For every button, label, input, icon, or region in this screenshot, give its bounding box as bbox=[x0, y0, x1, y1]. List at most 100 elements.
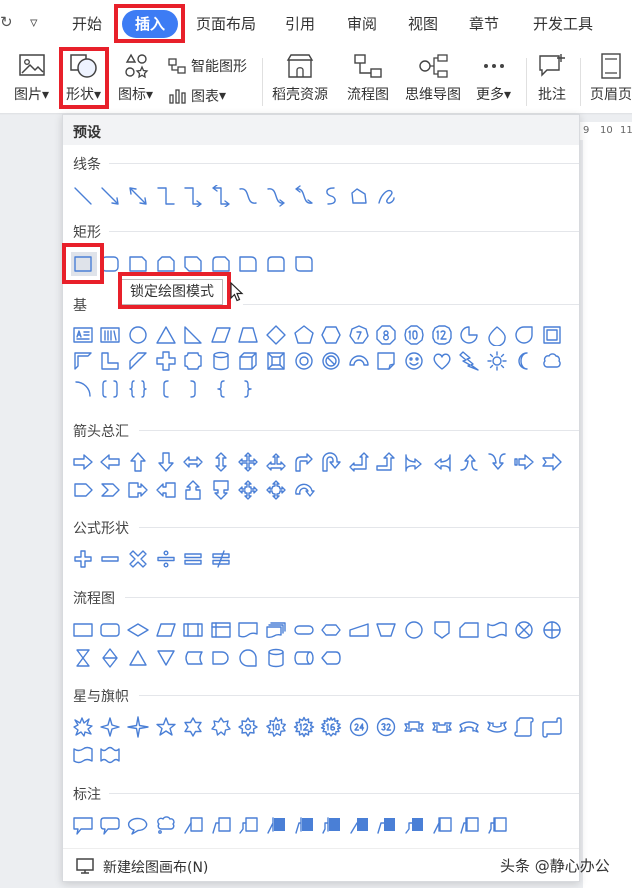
circular-arrow-shape[interactable] bbox=[290, 477, 318, 503]
icon-button[interactable]: 图标▾ bbox=[118, 52, 153, 104]
redo-icon[interactable]: ↻ bbox=[0, 13, 13, 31]
up-arrow-shape[interactable] bbox=[124, 449, 152, 475]
right-arrow-shape[interactable] bbox=[69, 449, 97, 475]
pie-shape[interactable] bbox=[455, 322, 483, 348]
flowchart-punched-tape-shape[interactable] bbox=[483, 617, 511, 643]
right-arrow-callout-shape[interactable] bbox=[124, 477, 152, 503]
half-frame-shape[interactable] bbox=[69, 348, 97, 374]
left-brace-shape[interactable] bbox=[207, 376, 235, 402]
accent-border-callout-3-shape[interactable] bbox=[483, 812, 511, 838]
tab-references[interactable]: 引用 bbox=[285, 10, 315, 38]
flowchart-delay-shape[interactable] bbox=[207, 645, 235, 671]
star-16-point-shape[interactable] bbox=[317, 714, 345, 740]
donut-shape[interactable] bbox=[290, 348, 318, 374]
u-turn-arrow-shape[interactable] bbox=[317, 449, 345, 475]
curved-ribbon-up-shape[interactable] bbox=[455, 714, 483, 740]
mindmap-button[interactable]: 思维导图 bbox=[405, 52, 461, 104]
cross-shape[interactable] bbox=[152, 348, 180, 374]
star-4-point-alt-shape[interactable] bbox=[124, 714, 152, 740]
flowchart-stored-data-shape[interactable] bbox=[179, 645, 207, 671]
ribbon-up-shape[interactable] bbox=[400, 714, 428, 740]
rectangular-callout-shape[interactable] bbox=[69, 812, 97, 838]
chord-shape[interactable] bbox=[511, 322, 539, 348]
diamond-shape[interactable] bbox=[262, 322, 290, 348]
quick-access-dropdown-icon[interactable]: ▿ bbox=[30, 13, 38, 31]
star-10-point-shape[interactable] bbox=[262, 714, 290, 740]
smiley-face-shape[interactable] bbox=[400, 348, 428, 374]
quad-arrow-shape[interactable] bbox=[235, 449, 263, 475]
octagon-shape[interactable] bbox=[373, 322, 401, 348]
round-same-side-rect-shape[interactable] bbox=[262, 251, 290, 277]
accent-border-callout-2-shape[interactable] bbox=[455, 812, 483, 838]
no-symbol-shape[interactable] bbox=[317, 348, 345, 374]
line-callout-1-shape[interactable] bbox=[179, 812, 207, 838]
notched-right-arrow-shape[interactable] bbox=[538, 449, 566, 475]
curved-down-arrow-shape[interactable] bbox=[483, 449, 511, 475]
snip-same-side-rect-shape[interactable] bbox=[152, 251, 180, 277]
star-32-point-shape[interactable] bbox=[373, 714, 401, 740]
left-right-arrow-shape[interactable] bbox=[179, 449, 207, 475]
flowchart-sort-shape[interactable] bbox=[97, 645, 125, 671]
up-arrow-callout-shape[interactable] bbox=[179, 477, 207, 503]
decagon-shape[interactable] bbox=[400, 322, 428, 348]
flowchart-sequential-storage-shape[interactable] bbox=[235, 645, 263, 671]
folded-corner-shape[interactable] bbox=[373, 348, 401, 374]
right-triangle-shape[interactable] bbox=[179, 322, 207, 348]
striped-right-arrow-shape[interactable] bbox=[511, 449, 539, 475]
pentagon-shape[interactable] bbox=[290, 322, 318, 348]
flowchart-direct-access-storage-shape[interactable] bbox=[290, 645, 318, 671]
snip-single-corner-rect-shape[interactable] bbox=[124, 251, 152, 277]
line-callout-2-shape[interactable] bbox=[207, 812, 235, 838]
right-bracket-shape[interactable] bbox=[179, 376, 207, 402]
curved-up-arrow-shape[interactable] bbox=[455, 449, 483, 475]
chart-button[interactable]: 图表 ▾ bbox=[167, 86, 226, 106]
line-shape[interactable] bbox=[69, 183, 97, 209]
scribble-shape[interactable] bbox=[373, 183, 401, 209]
flowchart-magnetic-disk-shape[interactable] bbox=[262, 645, 290, 671]
flowchart-connector-shape[interactable] bbox=[400, 617, 428, 643]
round-single-corner-rect-shape[interactable] bbox=[235, 251, 263, 277]
frame-shape[interactable] bbox=[538, 322, 566, 348]
tab-review[interactable]: 审阅 bbox=[347, 10, 377, 38]
round-diagonal-rect-shape[interactable] bbox=[290, 251, 318, 277]
diagonal-stripe-shape[interactable] bbox=[124, 348, 152, 374]
flowchart-process-shape[interactable] bbox=[69, 617, 97, 643]
elbow-connector-shape[interactable] bbox=[152, 183, 180, 209]
right-brace-shape[interactable] bbox=[235, 376, 263, 402]
left-up-arrow-shape[interactable] bbox=[345, 449, 373, 475]
flowchart-predefined-process-shape[interactable] bbox=[179, 617, 207, 643]
block-arc-shape[interactable] bbox=[345, 348, 373, 374]
accent-callout-3-shape[interactable] bbox=[317, 812, 345, 838]
flowchart-offpage-connector-shape[interactable] bbox=[428, 617, 456, 643]
curved-connector-shape[interactable] bbox=[235, 183, 263, 209]
flowchart-preparation-shape[interactable] bbox=[317, 617, 345, 643]
flowchart-collate-shape[interactable] bbox=[69, 645, 97, 671]
elbow-arrow-connector-shape[interactable] bbox=[179, 183, 207, 209]
lightning-bolt-shape[interactable] bbox=[455, 348, 483, 374]
minus-sign-shape[interactable] bbox=[97, 546, 125, 572]
equal-sign-shape[interactable] bbox=[179, 546, 207, 572]
vertical-text-box-shape[interactable] bbox=[97, 322, 125, 348]
star-4-point-shape[interactable] bbox=[97, 714, 125, 740]
text-box-shape[interactable] bbox=[69, 322, 97, 348]
smart-art-button[interactable]: 智能图形 bbox=[167, 56, 247, 76]
tab-home[interactable]: 开始 bbox=[72, 10, 102, 38]
tab-developer[interactable]: 开发工具 bbox=[533, 10, 593, 38]
division-sign-shape[interactable] bbox=[152, 546, 180, 572]
flowchart-button[interactable]: 流程图 bbox=[347, 52, 389, 104]
double-wave-shape[interactable] bbox=[97, 742, 125, 768]
flowchart-terminator-shape[interactable] bbox=[290, 617, 318, 643]
bent-arrow-shape[interactable] bbox=[290, 449, 318, 475]
flowchart-alternate-process-shape[interactable] bbox=[97, 617, 125, 643]
down-arrow-shape[interactable] bbox=[152, 449, 180, 475]
curved-double-arrow-shape[interactable] bbox=[290, 183, 318, 209]
not-equal-sign-shape[interactable] bbox=[207, 546, 235, 572]
flowchart-internal-storage-shape[interactable] bbox=[207, 617, 235, 643]
parallelogram-shape[interactable] bbox=[207, 322, 235, 348]
can-shape[interactable] bbox=[207, 348, 235, 374]
flowchart-data-shape[interactable] bbox=[152, 617, 180, 643]
trapezoid-shape[interactable] bbox=[235, 322, 263, 348]
accent-callout-2-shape[interactable] bbox=[290, 812, 318, 838]
flowchart-card-shape[interactable] bbox=[455, 617, 483, 643]
tab-chapter[interactable]: 章节 bbox=[469, 10, 499, 38]
